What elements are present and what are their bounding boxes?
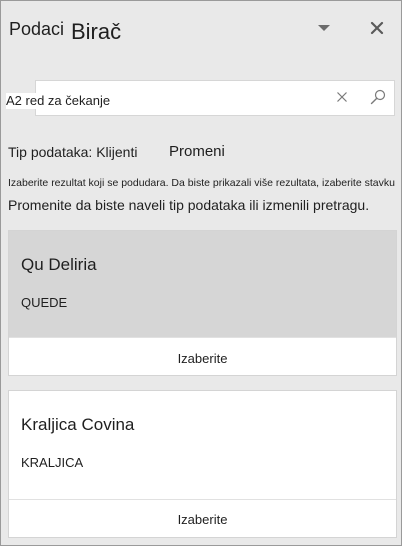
select-result-button[interactable]: Izaberite (9, 512, 396, 527)
pane-title-part2: Birač (71, 19, 122, 44)
data-type-label: Tip podataka: Klijenti (8, 144, 138, 160)
card-divider (9, 337, 396, 338)
pane-title-part1: Podaci (9, 19, 65, 39)
result-code: QUEDE (21, 295, 68, 310)
search-input-value[interactable]: A2 red za čekanje (6, 93, 115, 109)
result-card[interactable]: Kraljica Covina KRALJICA Izaberite (8, 390, 397, 538)
result-card-body[interactable]: Kraljica Covina KRALJICA (9, 391, 396, 499)
data-selector-pane: Podaci Birač A2 red za čekanje Tip podat… (0, 0, 402, 546)
change-data-type-button[interactable]: Promeni (169, 143, 225, 160)
search-icon[interactable] (370, 89, 386, 105)
pane-header: Podaci Birač (1, 1, 401, 57)
select-result-button[interactable]: Izaberite (9, 351, 396, 366)
result-name: Qu Deliria (21, 255, 97, 274)
result-name: Kraljica Covina (21, 415, 135, 434)
result-card[interactable]: Qu Deliria QUEDE Izaberite (8, 230, 397, 376)
close-icon[interactable] (369, 20, 385, 36)
chevron-down-icon[interactable] (317, 23, 331, 33)
card-divider (9, 499, 396, 500)
hint-text: Izaberite rezultat koji se podudara. Da … (8, 177, 395, 189)
result-code: KRALJICA (21, 455, 84, 470)
hint-text-continued: Promenite da biste naveli tip podataka i… (8, 197, 370, 213)
result-card-body[interactable]: Qu Deliria QUEDE (9, 231, 396, 337)
clear-icon[interactable] (336, 91, 348, 103)
